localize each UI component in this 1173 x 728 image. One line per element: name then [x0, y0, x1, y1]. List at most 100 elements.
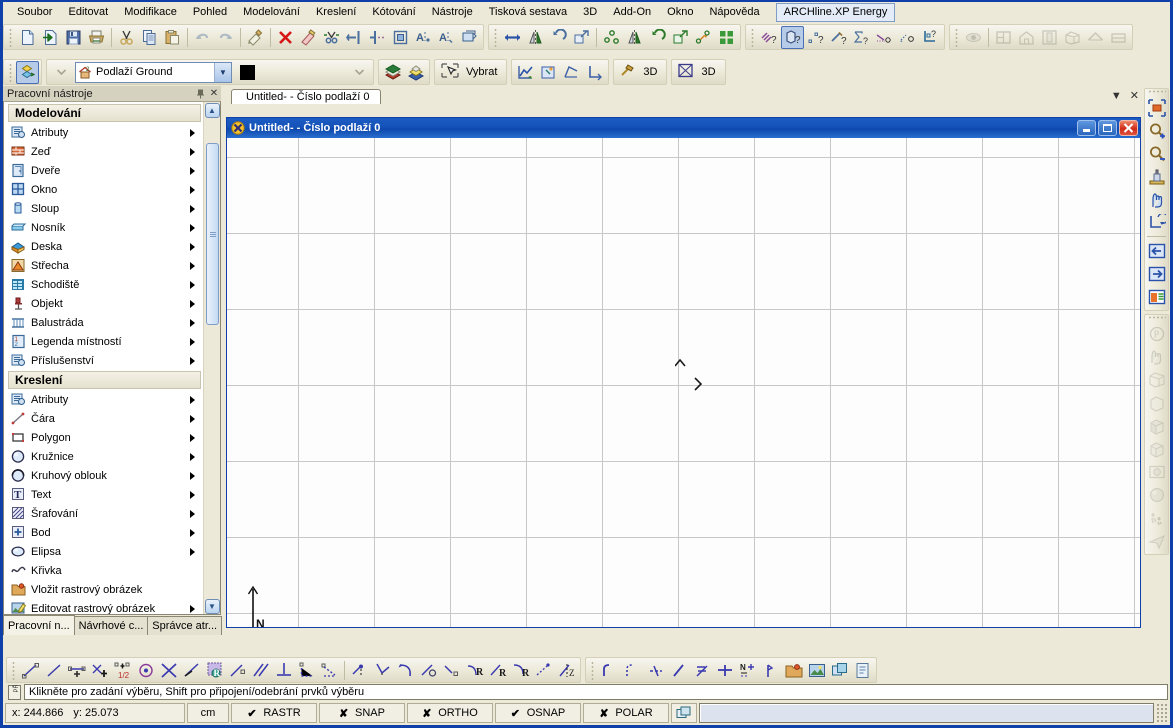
divide-equal-button[interactable]: [690, 659, 713, 682]
layer-color-swatch[interactable]: [240, 64, 255, 80]
copy-scale-button[interactable]: [669, 26, 692, 49]
tool-item-ze[interactable]: Zeď: [4, 142, 203, 161]
cross-dash-button[interactable]: [644, 659, 667, 682]
menu-pohled[interactable]: Pohled: [185, 3, 235, 22]
snap-perpendicular-button[interactable]: [272, 659, 295, 682]
command-input[interactable]: [699, 703, 1154, 723]
minimize-button[interactable]: [1077, 120, 1096, 136]
snap-parallel-button[interactable]: [249, 659, 272, 682]
tool-item-legenda-m-stnost[interactable]: 1 2 Legenda místností: [4, 332, 203, 351]
menu-kotovani[interactable]: Kótování: [364, 3, 423, 22]
menu-3d[interactable]: 3D: [575, 3, 605, 22]
snap-radius-b-button[interactable]: R: [486, 659, 509, 682]
tool-item-vlo-it-rastrov-obr-zek[interactable]: Vložit rastrový obrázek: [4, 580, 203, 599]
zoom-extents-button[interactable]: [1145, 96, 1168, 119]
panel-tab-3[interactable]: Správce atr...: [147, 616, 223, 635]
tool-item-rafov-n[interactable]: Šrafování: [4, 504, 203, 523]
query-angle-button[interactable]: [873, 26, 896, 49]
mirror-button[interactable]: [524, 26, 547, 49]
snap-center-button[interactable]: [134, 659, 157, 682]
scale-button[interactable]: [570, 26, 593, 49]
menu-soubor[interactable]: Soubor: [9, 3, 60, 22]
boundary-button[interactable]: [389, 26, 412, 49]
drawing-canvas[interactable]: N: [227, 138, 1140, 627]
tool-item-deska[interactable]: Deska: [4, 237, 203, 256]
toggle-rastr[interactable]: ✔ RASTR: [231, 703, 317, 723]
query-distance-button[interactable]: ?: [827, 26, 850, 49]
close-icon[interactable]: ✕: [207, 87, 221, 100]
tool-item-st-echa[interactable]: Střecha: [4, 256, 203, 275]
snap-n-divisions-button[interactable]: N: [736, 659, 759, 682]
snap-divide-segment-button[interactable]: [348, 659, 371, 682]
fillet-dotted-button[interactable]: [621, 659, 644, 682]
snap-z-coordinate-button[interactable]: Z: [555, 659, 578, 682]
open-image-button[interactable]: [782, 659, 805, 682]
snap-radius-a-button[interactable]: R: [463, 659, 486, 682]
toolbar-grip[interactable]: [589, 660, 596, 680]
copy-button[interactable]: [138, 26, 161, 49]
render-button[interactable]: [1145, 460, 1168, 483]
orbit-button[interactable]: [1145, 345, 1168, 368]
copy-mirror-button[interactable]: [623, 26, 646, 49]
menu-tiskova-sestava[interactable]: Tisková sestava: [481, 3, 575, 22]
array-grid-button[interactable]: [715, 26, 738, 49]
tool-item-kru-nice[interactable]: Kružnice: [4, 447, 203, 466]
redraw-button[interactable]: [1145, 165, 1168, 188]
tool-item-elipsa[interactable]: Elipsa: [4, 542, 203, 561]
new-file-button[interactable]: [16, 26, 39, 49]
snap-radius-c-button[interactable]: R: [509, 659, 532, 682]
menu-kresleni[interactable]: Kreslení: [308, 3, 364, 22]
tool-item-sloup[interactable]: Sloup: [4, 199, 203, 218]
select-button[interactable]: Vybrat: [437, 61, 504, 83]
pan-button[interactable]: [1145, 188, 1168, 211]
format-brush-button[interactable]: [244, 26, 267, 49]
material-library-button[interactable]: [381, 61, 404, 84]
scroll-thumb[interactable]: [205, 143, 219, 325]
hidden-line-button[interactable]: [1145, 391, 1168, 414]
side-elevation-button[interactable]: [1107, 26, 1130, 49]
zoom-previous-button[interactable]: [1145, 211, 1168, 234]
tool-item-polygon[interactable]: Polygon: [4, 428, 203, 447]
toolbar-grip[interactable]: [953, 27, 960, 47]
show-3d-button[interactable]: 3D: [674, 61, 722, 83]
toolbar-grip[interactable]: [749, 27, 756, 47]
trim-multi-button[interactable]: [366, 26, 389, 49]
tool-item-schodi-t[interactable]: Schodiště: [4, 275, 203, 294]
panel-tab-2[interactable]: Návrhové c...: [73, 616, 149, 635]
toolbar-grip[interactable]: [10, 660, 17, 680]
extend-button[interactable]: [343, 26, 366, 49]
panel-scrollbar[interactable]: ▲ ▼: [203, 102, 220, 614]
rotate-button[interactable]: [547, 26, 570, 49]
floorplan-view-button[interactable]: [992, 26, 1015, 49]
current-layer-combobox[interactable]: 2 Podlaží Ground ▼: [75, 61, 232, 83]
erase-button[interactable]: [297, 26, 320, 49]
tool-item-kruhov-oblouk[interactable]: Kruhový oblouk: [4, 466, 203, 485]
scroll-up-icon[interactable]: ▲: [204, 103, 220, 118]
menu-editovat[interactable]: Editovat: [60, 3, 116, 22]
room-tool-button[interactable]: [537, 61, 560, 84]
flythrough-button[interactable]: [1145, 529, 1168, 552]
zoom-in-button[interactable]: [1145, 119, 1168, 142]
move-button[interactable]: [501, 26, 524, 49]
copy-rotate-button[interactable]: [646, 26, 669, 49]
unit-indicator[interactable]: cm: [187, 703, 229, 723]
menu-modelovani[interactable]: Modelování: [235, 3, 308, 22]
snap-perpendicular-foot-button[interactable]: [180, 659, 203, 682]
snap-reference-button[interactable]: R: [203, 659, 226, 682]
query-volume-button[interactable]: ?: [781, 25, 804, 49]
fillet-button[interactable]: [598, 659, 621, 682]
pan-right-button[interactable]: [1145, 262, 1168, 285]
ucs-tool-button[interactable]: [583, 61, 606, 84]
snap-half-button[interactable]: 1/2: [111, 659, 134, 682]
slash-button[interactable]: [667, 659, 690, 682]
snap-midpoint-button[interactable]: [65, 659, 88, 682]
window-layout-button[interactable]: [1145, 285, 1168, 308]
group-button[interactable]: [458, 26, 481, 49]
snap-cross-point-button[interactable]: [713, 659, 736, 682]
toggle-polar[interactable]: ✘ POLAR: [583, 703, 669, 723]
copy-to-clipboard-button[interactable]: [828, 659, 851, 682]
snap-bisector-button[interactable]: [371, 659, 394, 682]
polyline-tool-button[interactable]: [560, 61, 583, 84]
tool-item-dve-e[interactable]: Dveře: [4, 161, 203, 180]
draw-perp-button[interactable]: [759, 659, 782, 682]
